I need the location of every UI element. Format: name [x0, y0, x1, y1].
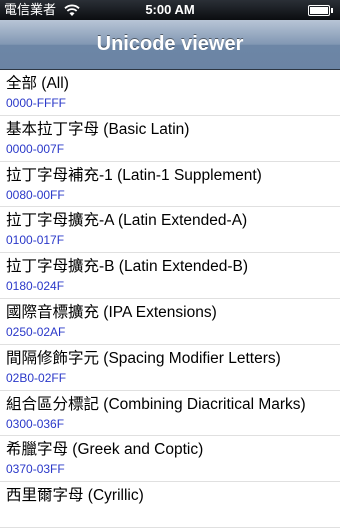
navigation-bar: Unicode viewer: [0, 20, 340, 70]
list-item-title: 拉丁字母擴充-B (Latin Extended-B): [6, 258, 249, 276]
battery-icon: [308, 5, 333, 16]
status-time: 5:00 AM: [145, 2, 195, 17]
list-item[interactable]: 西里爾字母 (Cyrillic): [0, 482, 340, 528]
list-item-range: 02B0-02FF: [6, 370, 67, 385]
list-item-range: 0250-02AF: [6, 324, 66, 339]
list-item-range: 0000-FFFF: [6, 96, 67, 110]
list-item[interactable]: 全部 (All) 0000-FFFF: [0, 70, 340, 116]
page-title: Unicode viewer: [96, 33, 244, 55]
list-item-title: 全部 (All): [6, 75, 69, 92]
list-item[interactable]: 拉丁字母擴充-A (Latin Extended-A) 0100-017F: [0, 207, 340, 254]
list-item-title: 間隔修飾字元 (Spacing Modifier Letters): [6, 349, 281, 367]
list-item-range: 0370-03FF: [6, 462, 65, 477]
list-item[interactable]: 間隔修飾字元 (Spacing Modifier Letters) 02B0-0…: [0, 344, 340, 391]
list-item[interactable]: 希臘字母 (Greek and Coptic) 0370-03FF: [0, 436, 340, 483]
list-item[interactable]: 國際音標擴充 (IPA Extensions) 0250-02AF: [0, 298, 340, 345]
list-item[interactable]: 拉丁字母擴充-B (Latin Extended-B) 0180-024F: [0, 253, 340, 299]
block-list: 全部 (All) 0000-FFFF 基本拉丁字母 (Basic Latin) …: [0, 70, 340, 528]
list-item-range: 0300-036F: [6, 416, 65, 431]
list-item-range: 0180-024F: [6, 279, 65, 294]
list-item[interactable]: 拉丁字母補充-1 (Latin-1 Supplement) 0080-00FF: [0, 161, 340, 208]
list-item[interactable]: 基本拉丁字母 (Basic Latin) 0000-007F: [0, 115, 340, 162]
list-item-title: 拉丁字母擴充-A (Latin Extended-A): [6, 212, 248, 230]
list-item-title: 基本拉丁字母 (Basic Latin): [6, 120, 190, 138]
list-item-range: 0100-017F: [6, 233, 65, 248]
list-item-title: 希臘字母 (Greek and Coptic): [6, 441, 204, 459]
list-item-title: 組合區分標記 (Combining Diacritical Marks): [6, 395, 306, 413]
list-item-title: 西里爾字母 (Cyrillic): [6, 487, 144, 505]
list-item-title: 拉丁字母補充-1 (Latin-1 Supplement): [6, 166, 262, 184]
list-item-range: 0080-00FF: [6, 187, 65, 202]
list-item-range: 0000-007F: [6, 141, 65, 156]
status-bar: 電信業者 5:00 AM: [0, 0, 340, 20]
list-item-title: 國際音標擴充 (IPA Extensions): [6, 303, 217, 321]
list-item[interactable]: 組合區分標記 (Combining Diacritical Marks) 030…: [0, 390, 340, 437]
